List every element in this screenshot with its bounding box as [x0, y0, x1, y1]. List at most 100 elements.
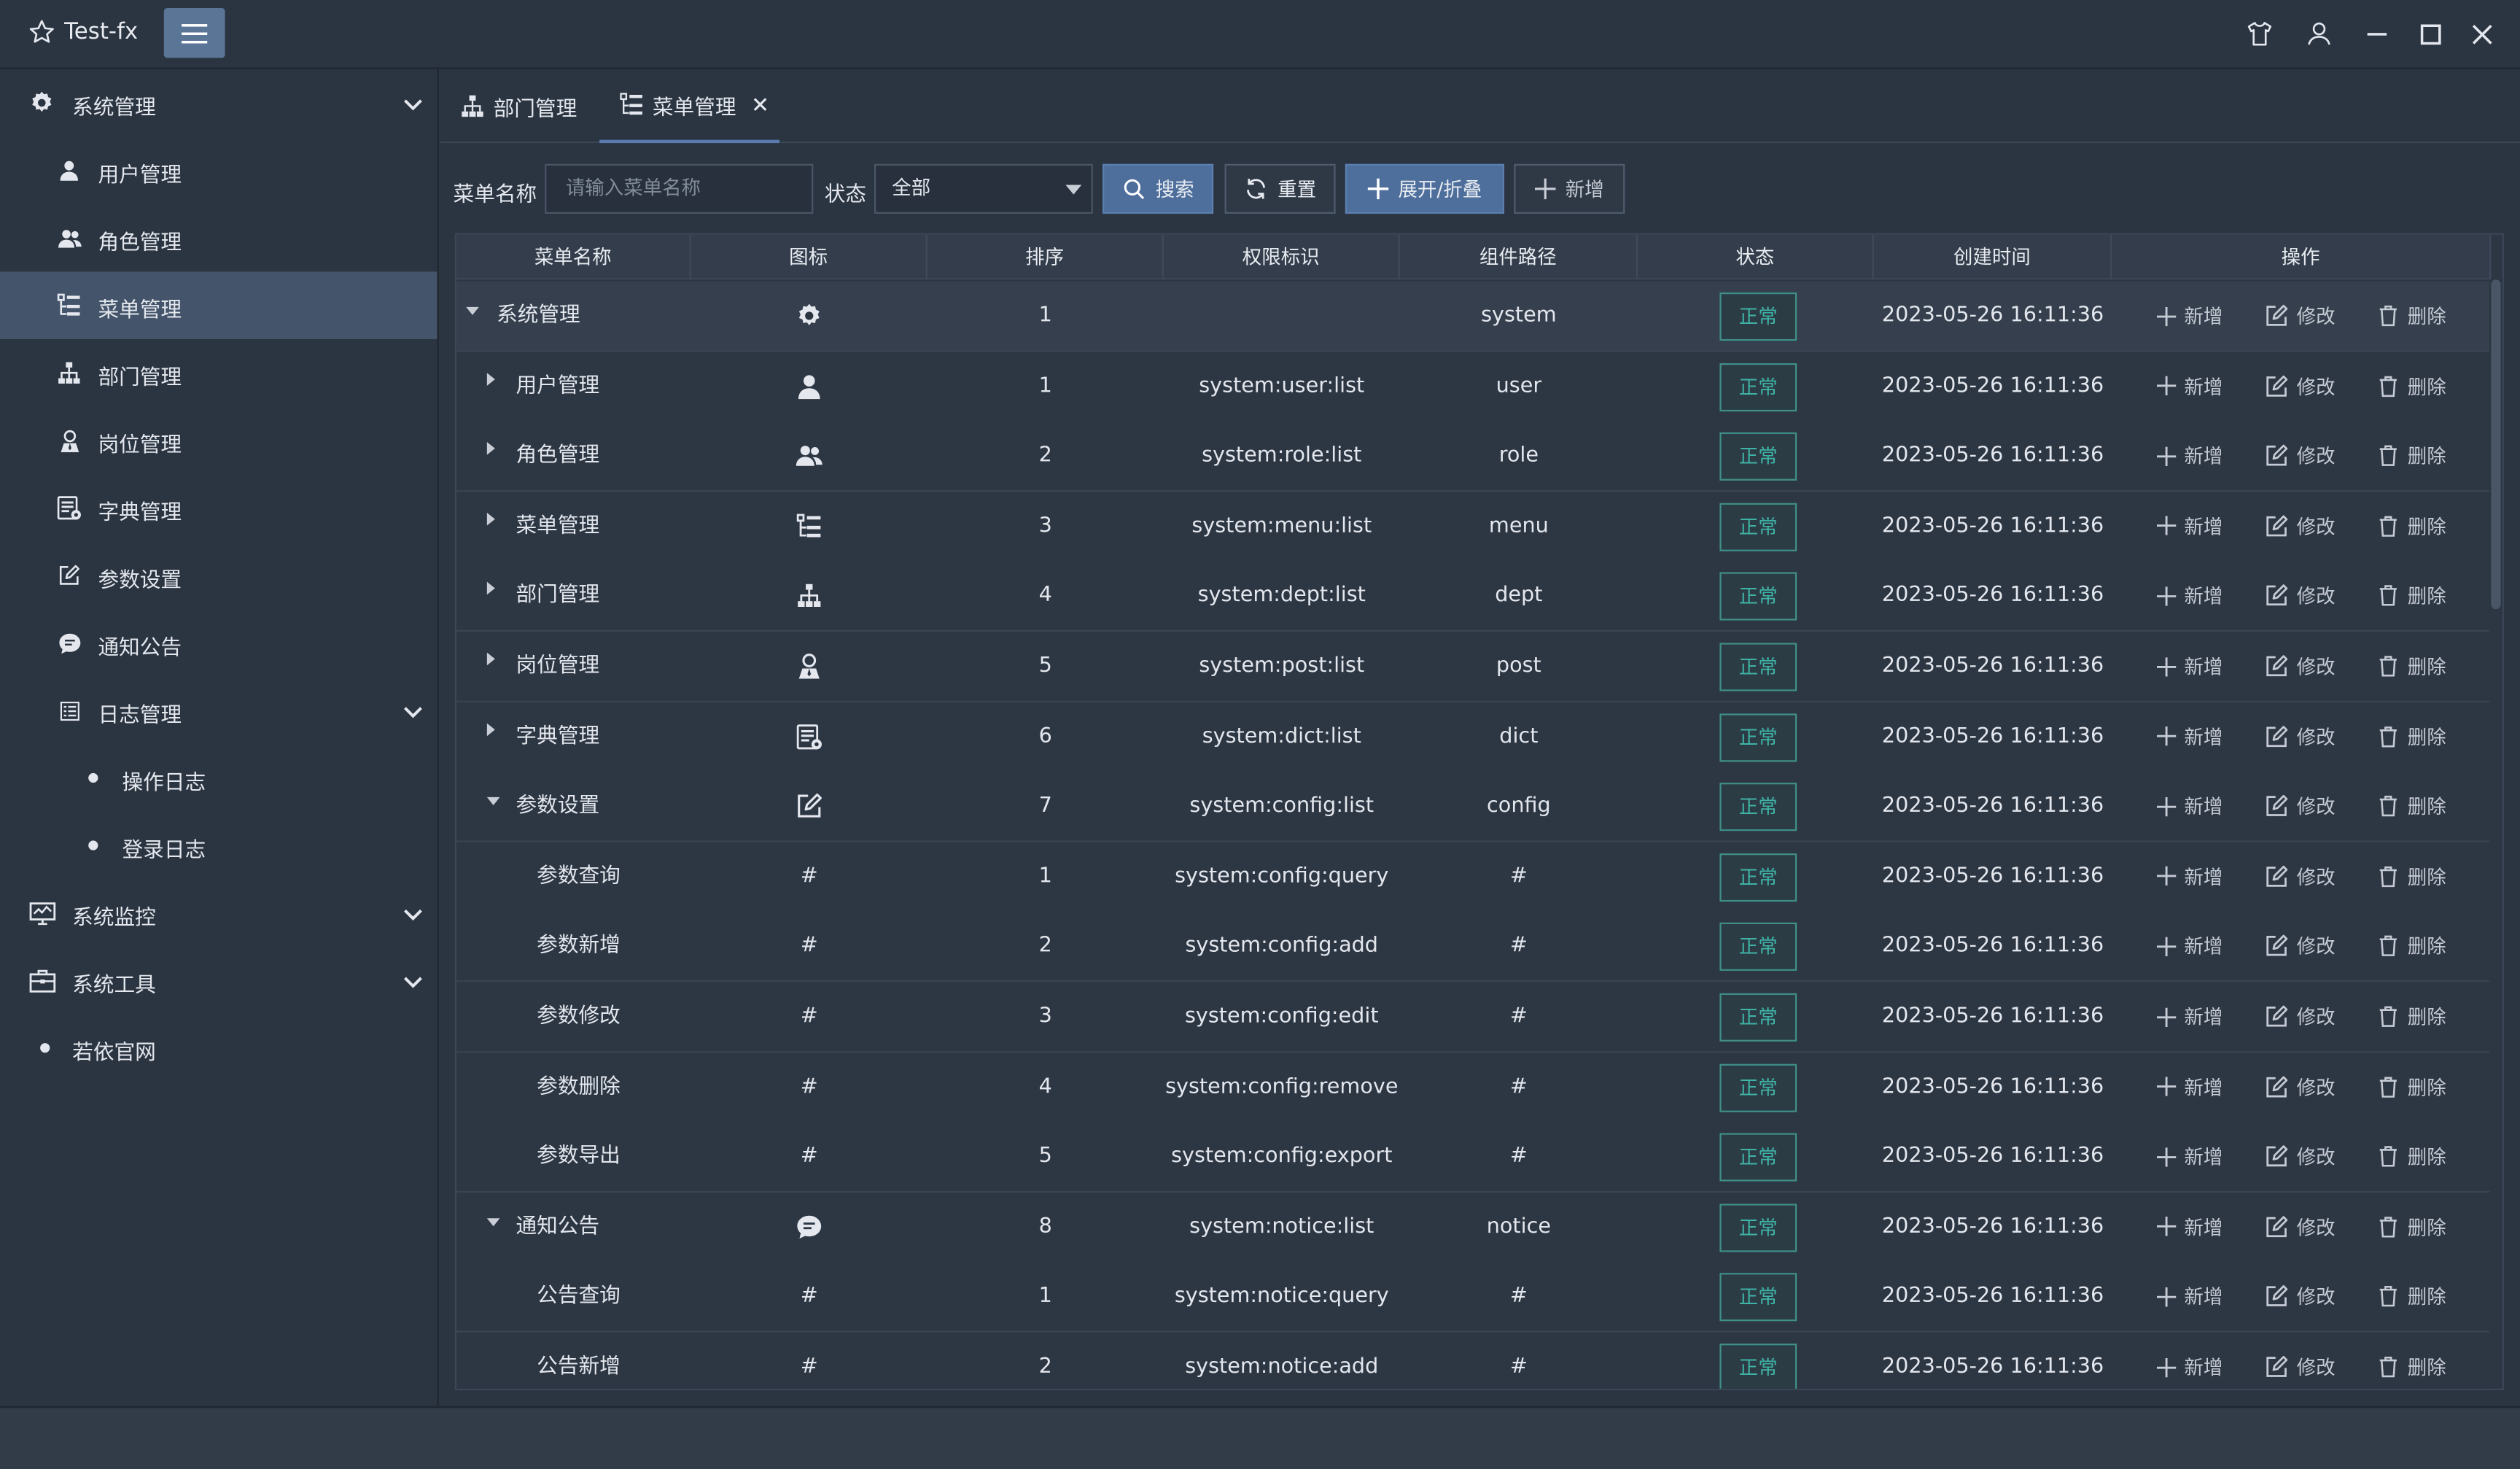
row-delete-button[interactable]: 删除 — [2377, 842, 2446, 911]
row-add-button[interactable]: 新增 — [2156, 912, 2222, 981]
user-profile-button[interactable] — [2303, 18, 2335, 50]
column-header[interactable]: 排序 — [928, 234, 1164, 280]
collapse-arrow-icon[interactable] — [486, 1217, 500, 1226]
table-row[interactable]: 角色管理 2 system:role:list role 正常 2023-05-26 16… — [456, 421, 2490, 492]
row-delete-button[interactable]: 删除 — [2377, 1052, 2446, 1121]
expand-arrow-icon[interactable] — [486, 512, 495, 526]
row-delete-button[interactable]: 删除 — [2377, 912, 2446, 981]
expand-arrow-icon[interactable] — [486, 372, 495, 385]
row-delete-button[interactable]: 删除 — [2377, 352, 2446, 421]
row-add-button[interactable]: 新增 — [2156, 422, 2222, 491]
row-edit-button[interactable]: 修改 — [2265, 842, 2336, 911]
row-delete-button[interactable]: 删除 — [2377, 1193, 2446, 1262]
row-add-button[interactable]: 新增 — [2156, 352, 2222, 421]
table-row[interactable]: 参数查询 #1 system:config:query # 正常 2023-05-26 1… — [456, 842, 2490, 913]
row-delete-button[interactable]: 删除 — [2377, 282, 2446, 351]
row-edit-button[interactable]: 修改 — [2265, 702, 2336, 771]
maximize-button[interactable] — [2414, 18, 2446, 50]
chevron-down-icon[interactable] — [400, 902, 426, 927]
row-add-button[interactable]: 新增 — [2156, 562, 2222, 631]
row-add-button[interactable]: 新增 — [2156, 1052, 2222, 1121]
collapse-arrow-icon[interactable] — [486, 797, 500, 806]
sidebar-item-operation-log[interactable]: 操作日志 — [0, 744, 438, 812]
expand-arrow-icon[interactable] — [486, 722, 495, 736]
row-edit-button[interactable]: 修改 — [2265, 772, 2336, 841]
tab-menu-management[interactable]: 菜单管理 — [599, 69, 779, 144]
column-header[interactable]: 状态 — [1638, 234, 1874, 280]
search-button[interactable]: 搜索 — [1102, 163, 1214, 214]
row-add-button[interactable]: 新增 — [2156, 1263, 2222, 1332]
row-edit-button[interactable]: 修改 — [2265, 282, 2336, 351]
row-edit-button[interactable]: 修改 — [2265, 422, 2336, 491]
chevron-down-icon[interactable] — [400, 969, 426, 995]
table-row[interactable]: 公告查询 #1 system:notice:query # 正常 2023-05-26 1… — [456, 1262, 2490, 1333]
table-row[interactable]: 参数删除 #4 system:config:remove # 正常 2023-05-26 … — [456, 1052, 2490, 1123]
menu-name-input[interactable]: 请输入菜单名称 — [545, 163, 814, 214]
table-row[interactable]: 参数新增 #2 system:config:add # 正常 2023-05-26 16:… — [456, 912, 2490, 983]
table-row[interactable]: 公告新增 #2 system:notice:add # 正常 2023-05-26 16:… — [456, 1332, 2490, 1389]
table-row[interactable]: 参数导出 #5 system:config:export # 正常 2023-05-26 … — [456, 1122, 2490, 1193]
chevron-down-icon[interactable] — [400, 699, 426, 725]
table-row[interactable]: 参数设置 7 system:config:list config 正常 2023-05-2… — [456, 772, 2490, 843]
row-delete-button[interactable]: 删除 — [2377, 982, 2446, 1051]
theme-button[interactable] — [2244, 18, 2276, 50]
close-window-button[interactable] — [2465, 18, 2497, 50]
table-row[interactable]: 字典管理 6 system:dict:list dict 正常 2023-05-26 16… — [456, 702, 2490, 772]
row-edit-button[interactable]: 修改 — [2265, 1052, 2336, 1121]
row-delete-button[interactable]: 删除 — [2377, 1333, 2446, 1389]
reset-button[interactable]: 重置 — [1224, 163, 1336, 214]
sidebar-item-role-management[interactable]: 角色管理 — [0, 204, 438, 272]
row-delete-button[interactable]: 删除 — [2377, 562, 2446, 631]
row-edit-button[interactable]: 修改 — [2265, 352, 2336, 421]
row-add-button[interactable]: 新增 — [2156, 1122, 2222, 1191]
table-row[interactable]: 用户管理 1 system:user:list user 正常 2023-05-26 16… — [456, 351, 2490, 422]
row-edit-button[interactable]: 修改 — [2265, 562, 2336, 631]
chevron-down-icon[interactable] — [400, 92, 426, 117]
row-add-button[interactable]: 新增 — [2156, 492, 2222, 561]
sidebar-item-post-management[interactable]: 岗位管理 — [0, 406, 438, 474]
sidebar-item-dict-management[interactable]: 字典管理 — [0, 474, 438, 542]
table-row[interactable]: 系统管理 1 system 正常 2023-05-26 16:11:36 新增 修改 删除 — [456, 281, 2490, 352]
column-header[interactable]: 图标 — [691, 234, 928, 280]
row-add-button[interactable]: 新增 — [2156, 772, 2222, 841]
table-row[interactable]: 菜单管理 3 system:menu:list menu 正常 2023-05-26 16… — [456, 491, 2490, 562]
vertical-scrollbar[interactable] — [2491, 279, 2501, 610]
row-delete-button[interactable]: 删除 — [2377, 632, 2446, 701]
row-edit-button[interactable]: 修改 — [2265, 632, 2336, 701]
collapse-arrow-icon[interactable] — [466, 306, 479, 315]
column-header[interactable]: 操作 — [2112, 234, 2492, 280]
column-header[interactable]: 创建时间 — [1874, 234, 2112, 280]
table-row[interactable]: 岗位管理 5 system:post:list post 正常 2023-05-26 16… — [456, 631, 2490, 702]
row-delete-button[interactable]: 删除 — [2377, 1263, 2446, 1332]
row-add-button[interactable]: 新增 — [2156, 1333, 2222, 1389]
sidebar-item-login-log[interactable]: 登录日志 — [0, 812, 438, 880]
sidebar-item-ruoyi-website[interactable]: 若依官网 — [0, 1014, 438, 1082]
row-add-button[interactable]: 新增 — [2156, 842, 2222, 911]
sidebar-item-config-settings[interactable]: 参数设置 — [0, 542, 438, 610]
expand-arrow-icon[interactable] — [486, 582, 495, 596]
expand-arrow-icon[interactable] — [486, 652, 495, 666]
sidebar-item-system-tools[interactable]: 系统工具 — [0, 947, 438, 1015]
row-delete-button[interactable]: 删除 — [2377, 422, 2446, 491]
column-header[interactable]: 菜单名称 — [456, 234, 691, 280]
row-delete-button[interactable]: 删除 — [2377, 1122, 2446, 1191]
row-add-button[interactable]: 新增 — [2156, 702, 2222, 771]
row-add-button[interactable]: 新增 — [2156, 1193, 2222, 1262]
expand-collapse-button[interactable]: 展开/折叠 — [1345, 163, 1505, 214]
row-delete-button[interactable]: 删除 — [2377, 772, 2446, 841]
row-edit-button[interactable]: 修改 — [2265, 492, 2336, 561]
row-edit-button[interactable]: 修改 — [2265, 1122, 2336, 1191]
row-add-button[interactable]: 新增 — [2156, 282, 2222, 351]
row-edit-button[interactable]: 修改 — [2265, 912, 2336, 981]
column-header[interactable]: 组件路径 — [1400, 234, 1638, 280]
row-delete-button[interactable]: 删除 — [2377, 702, 2446, 771]
row-edit-button[interactable]: 修改 — [2265, 982, 2336, 1051]
row-edit-button[interactable]: 修改 — [2265, 1263, 2336, 1332]
table-row[interactable]: 通知公告 8 system:notice:list notice 正常 2023-05-2… — [456, 1192, 2490, 1263]
sidebar-item-menu-management[interactable]: 菜单管理 — [0, 271, 438, 339]
expand-arrow-icon[interactable] — [486, 442, 495, 456]
row-add-button[interactable]: 新增 — [2156, 982, 2222, 1051]
sidebar-item-system-monitor[interactable]: 系统监控 — [0, 879, 438, 947]
sidebar-item-user-management[interactable]: 用户管理 — [0, 136, 438, 204]
row-delete-button[interactable]: 删除 — [2377, 492, 2446, 561]
